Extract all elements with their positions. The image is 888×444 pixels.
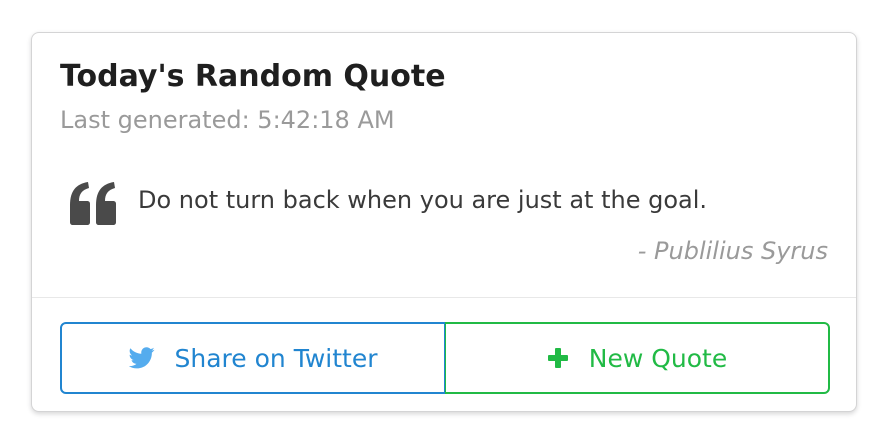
twitter-icon bbox=[128, 347, 155, 369]
quote-text: Do not turn back when you are just at th… bbox=[138, 186, 708, 214]
card-content: Today's Random Quote Last generated: 5:4… bbox=[32, 33, 856, 298]
action-buttons: Share on Twitter New Quote bbox=[60, 322, 830, 394]
new-quote-button[interactable]: New Quote bbox=[445, 322, 830, 394]
quote-left-icon bbox=[66, 181, 120, 227]
new-quote-label: New Quote bbox=[588, 343, 728, 373]
quote-author: - Publilius Syrus bbox=[637, 237, 828, 265]
share-on-twitter-label: Share on Twitter bbox=[174, 343, 378, 373]
plus-icon bbox=[547, 347, 569, 369]
quote-card: Today's Random Quote Last generated: 5:4… bbox=[31, 32, 857, 412]
card-title: Today's Random Quote bbox=[60, 59, 446, 94]
share-on-twitter-button[interactable]: Share on Twitter bbox=[60, 322, 445, 394]
last-generated-text: Last generated: 5:42:18 AM bbox=[60, 106, 395, 134]
